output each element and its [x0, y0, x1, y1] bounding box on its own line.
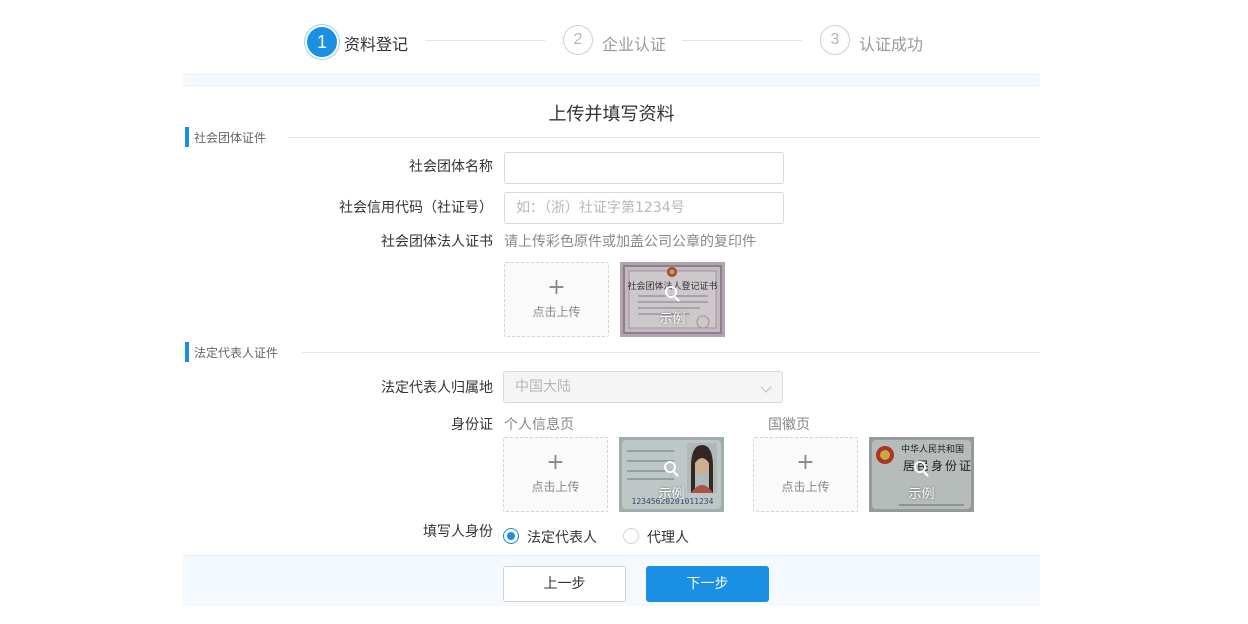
section-heading-legal: 法定代表人证件 [194, 346, 279, 360]
prev-step-button[interactable]: 上一步 [503, 566, 626, 602]
id-front-label: 个人信息页 [504, 417, 574, 433]
id-back-sample-image[interactable]: 中华人民共和国 居民身份证 示例 [869, 437, 974, 512]
credit-code-input[interactable] [504, 192, 784, 224]
sample-caption: 示例 [658, 487, 685, 502]
id-back-title-line1: 中华人民共和国 [901, 445, 965, 455]
step-1-circle: 1 [307, 27, 337, 57]
zoom-icon [664, 461, 676, 473]
credit-code-label: 社会信用代码（社证号） [339, 200, 493, 216]
step-2-label: 企业认证 [602, 35, 667, 54]
step-connector [682, 40, 802, 41]
plus-icon: + [547, 275, 566, 300]
upload-label: 点击上传 [532, 305, 581, 319]
plus-icon: + [796, 450, 815, 475]
region-select[interactable]: 中国大陆 [503, 371, 783, 403]
region-label: 法定代表人归属地 [381, 380, 493, 396]
id-card-label: 身份证 [451, 417, 493, 433]
role-radio-agent[interactable] [623, 528, 639, 544]
step-2-circle: 2 [563, 25, 593, 55]
upload-label: 点击上传 [781, 480, 830, 494]
id-front-sample-image[interactable]: 12345620201011234 示例 [619, 437, 724, 512]
zoom-icon [914, 461, 926, 473]
step-3-label: 认证成功 [859, 35, 924, 54]
section-divider [302, 352, 1040, 353]
cert-hint: 请上传彩色原件或加盖公司公章的复印件 [504, 234, 756, 250]
cert-label: 社会团体法人证书 [381, 234, 493, 250]
step-3-circle: 3 [820, 25, 850, 55]
sample-caption: 示例 [908, 487, 935, 502]
zoom-icon [665, 286, 677, 298]
section-marker [185, 342, 189, 362]
org-name-label: 社会团体名称 [409, 159, 493, 175]
chevron-down-icon [760, 381, 772, 393]
org-name-input[interactable] [504, 152, 784, 184]
top-band [183, 74, 1040, 86]
region-select-value: 中国大陆 [515, 379, 571, 395]
sample-caption: 示例 [659, 312, 686, 327]
section-divider [288, 137, 1040, 138]
role-radio-legal-rep[interactable] [503, 528, 519, 544]
step-connector [425, 40, 545, 41]
cert-sample-image[interactable]: 社会团体法人登记证书 示例 [620, 262, 725, 337]
plus-icon: + [546, 450, 565, 475]
section-heading-org: 社会团体证件 [194, 131, 267, 145]
id-back-label: 国徽页 [768, 417, 810, 433]
upload-label: 点击上传 [531, 480, 580, 494]
cert-upload-button[interactable]: + 点击上传 [504, 262, 609, 337]
section-marker [185, 127, 189, 147]
role-option-label[interactable]: 法定代表人 [527, 527, 597, 547]
role-option-label[interactable]: 代理人 [647, 527, 689, 547]
id-front-upload-button[interactable]: + 点击上传 [503, 437, 608, 512]
form-title: 上传并填写资料 [548, 104, 675, 125]
next-step-button[interactable]: 下一步 [646, 566, 769, 602]
step-1-label: 资料登记 [344, 35, 409, 54]
role-label: 填写人身份 [423, 524, 493, 540]
id-back-upload-button[interactable]: + 点击上传 [753, 437, 858, 512]
